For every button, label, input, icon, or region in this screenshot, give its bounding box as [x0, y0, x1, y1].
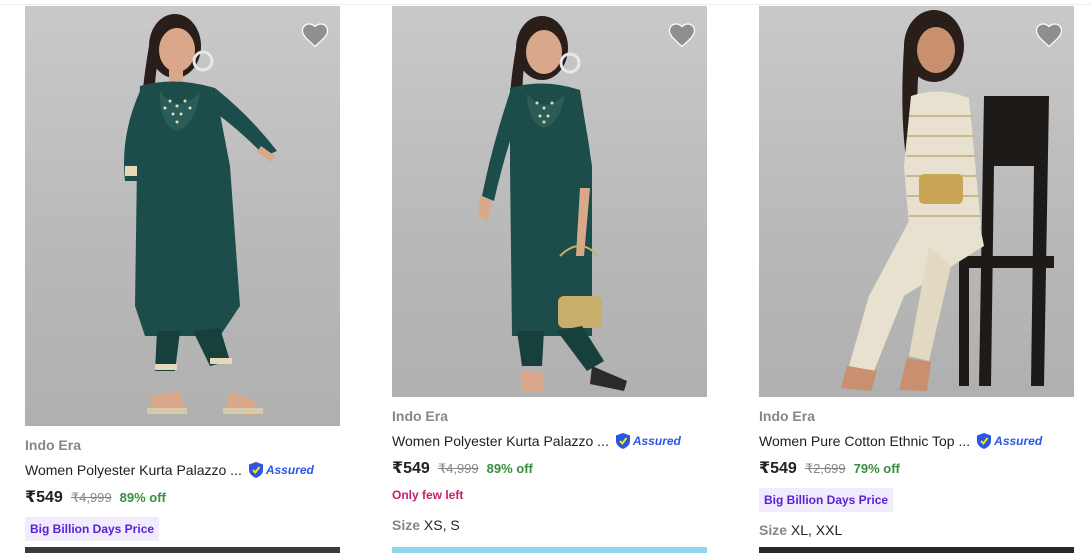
next-row-preview [759, 547, 1074, 553]
selling-price: ₹549 [392, 460, 430, 477]
heart-icon[interactable] [1034, 20, 1064, 48]
size-label: Size [392, 517, 421, 533]
discount-label: 89% off [486, 461, 533, 476]
discount-label: 79% off [853, 461, 900, 476]
product-title[interactable]: Women Polyester Kurta Palazzo ... [25, 462, 242, 478]
price-row: ₹549 ₹2,699 79% off [759, 458, 1074, 480]
heart-icon[interactable] [300, 20, 330, 48]
product-image[interactable] [759, 6, 1074, 397]
title-row: Women Polyester Kurta Palazzo ... Assure… [25, 459, 340, 481]
assured-label: Assured [265, 463, 314, 477]
size-info: Size XS, S [392, 517, 707, 533]
product-photo-coord-set [841, 10, 1054, 391]
brand-name: Indo Era [392, 408, 449, 424]
assured-badge: Assured [615, 432, 681, 450]
product-photo-kurta [124, 14, 277, 416]
next-row-preview [25, 547, 340, 553]
next-row-preview [392, 547, 707, 553]
offer-badge: Big Billion Days Price [759, 488, 894, 512]
size-label: Size [759, 522, 788, 538]
offer-badge: Big Billion Days Price [25, 517, 160, 541]
product-card-3[interactable]: Indo Era Women Pure Cotton Ethnic Top ..… [759, 6, 1074, 538]
size-values: XS, S [423, 517, 460, 533]
assured-badge: Assured [248, 461, 314, 479]
size-info: Size XL, XXL [759, 522, 1074, 538]
product-card-2[interactable]: Indo Era Women Polyester Kurta Palazzo .… [392, 6, 707, 533]
original-price: ₹2,699 [804, 461, 846, 476]
title-row: Women Pure Cotton Ethnic Top ... Assured [759, 430, 1074, 452]
product-photo-kurta [478, 16, 627, 391]
assured-badge: Assured [976, 432, 1042, 450]
stock-status: Only few left [392, 488, 464, 502]
assured-shield-icon [977, 433, 992, 449]
heart-icon[interactable] [667, 20, 697, 48]
selling-price: ₹549 [25, 489, 63, 506]
original-price: ₹4,999 [437, 461, 479, 476]
assured-label: Assured [632, 434, 681, 448]
assured-shield-icon [615, 433, 630, 449]
brand-name: Indo Era [25, 437, 82, 453]
product-title[interactable]: Women Pure Cotton Ethnic Top ... [759, 433, 970, 449]
selling-price: ₹549 [759, 460, 797, 477]
original-price: ₹4,999 [70, 490, 112, 505]
product-card-1[interactable]: Indo Era Women Polyester Kurta Palazzo .… [25, 6, 340, 541]
price-row: ₹549 ₹4,999 89% off [25, 487, 340, 509]
assured-label: Assured [994, 434, 1043, 448]
product-image[interactable] [392, 6, 707, 397]
product-image[interactable] [25, 6, 340, 426]
title-row: Women Polyester Kurta Palazzo ... Assure… [392, 430, 707, 452]
size-values: XL, XXL [790, 522, 843, 538]
brand-name: Indo Era [759, 408, 816, 424]
discount-label: 89% off [119, 490, 166, 505]
assured-shield-icon [248, 462, 263, 478]
product-title[interactable]: Women Polyester Kurta Palazzo ... [392, 433, 609, 449]
top-divider [0, 4, 1091, 5]
price-row: ₹549 ₹4,999 89% off [392, 458, 707, 480]
